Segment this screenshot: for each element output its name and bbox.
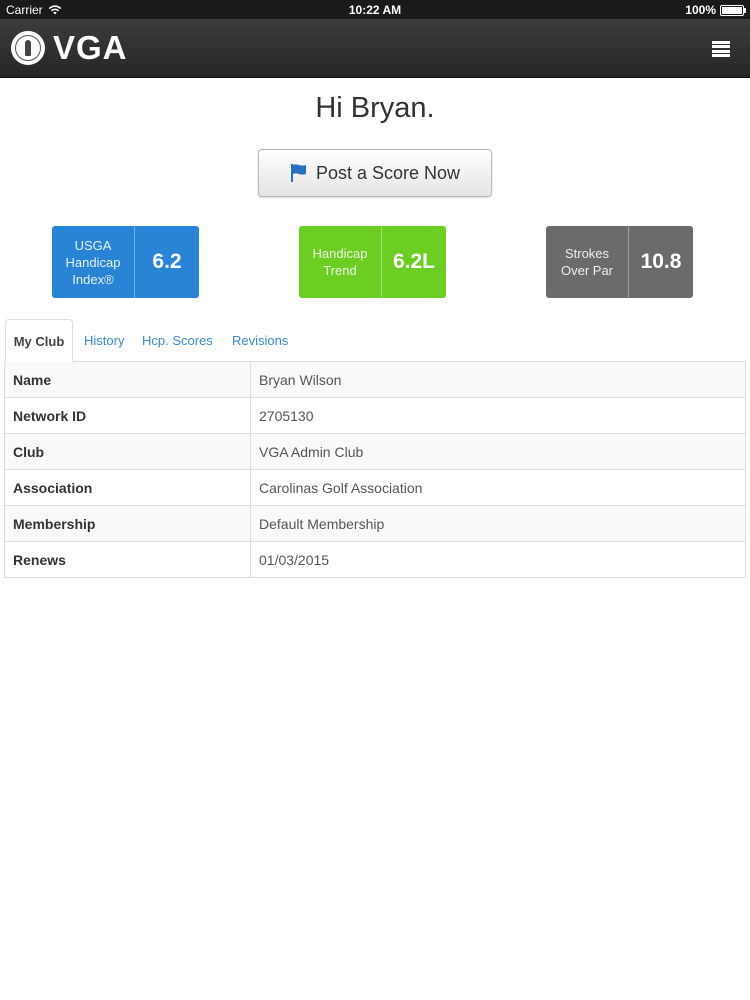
handicap-trend-value: 6.2L	[381, 226, 446, 298]
table-row: Renews 01/03/2015	[4, 541, 746, 578]
table-row: Club VGA Admin Club	[4, 433, 746, 470]
tab-revisions[interactable]: Revisions	[232, 319, 288, 362]
handicap-index-card[interactable]: USGA Handicap Index® 6.2	[52, 226, 199, 298]
battery-percent: 100%	[685, 3, 716, 17]
handicap-index-label: USGA Handicap Index®	[65, 237, 121, 287]
strokes-over-par-label: Strokes Over Par	[560, 246, 613, 278]
vga-seal-logo	[11, 31, 45, 65]
row-value: 01/03/2015	[250, 541, 746, 578]
row-value: Carolinas Golf Association	[250, 469, 746, 506]
battery-icon	[720, 4, 746, 16]
status-bar: Carrier 10:22 AM 100%	[0, 0, 750, 19]
row-key: Membership	[4, 505, 251, 542]
strokes-over-par-value: 10.8	[628, 226, 693, 298]
tab-hcp-scores[interactable]: Hcp. Scores	[142, 319, 213, 362]
row-key: Association	[4, 469, 251, 506]
handicap-trend-label: Handicap Trend	[312, 246, 368, 278]
row-value: Bryan Wilson	[250, 361, 746, 398]
handicap-trend-card[interactable]: Handicap Trend 6.2L	[299, 226, 446, 298]
hamburger-menu-icon[interactable]	[712, 41, 730, 57]
row-key: Renews	[4, 541, 251, 578]
battery-group: 100%	[685, 3, 746, 17]
strokes-over-par-card[interactable]: Strokes Over Par 10.8	[546, 226, 693, 298]
profile-tabs: My Club History Hcp. Scores Revisions	[5, 319, 745, 362]
table-row: Membership Default Membership	[4, 505, 746, 542]
row-value: VGA Admin Club	[250, 433, 746, 470]
clock: 10:22 AM	[348, 3, 402, 17]
table-row: Network ID 2705130	[4, 397, 746, 434]
row-key: Name	[4, 361, 251, 398]
row-value: 2705130	[250, 397, 746, 434]
greeting-heading: Hi Bryan.	[315, 92, 435, 124]
app-logo-text: VGA	[53, 29, 128, 66]
app-header: VGA	[0, 19, 750, 78]
table-row: Association Carolinas Golf Association	[4, 469, 746, 506]
tab-my-club[interactable]: My Club	[5, 319, 73, 362]
row-key: Club	[4, 433, 251, 470]
club-info-table: Name Bryan Wilson Network ID 2705130 Clu…	[4, 361, 746, 578]
row-value: Default Membership	[250, 505, 746, 542]
tab-history[interactable]: History	[84, 319, 124, 362]
handicap-index-value: 6.2	[134, 226, 199, 298]
table-row: Name Bryan Wilson	[4, 361, 746, 398]
post-score-button[interactable]: Post a Score Now	[258, 149, 492, 197]
flag-icon	[290, 164, 306, 182]
post-score-label: Post a Score Now	[315, 162, 461, 183]
row-key: Network ID	[4, 397, 251, 434]
